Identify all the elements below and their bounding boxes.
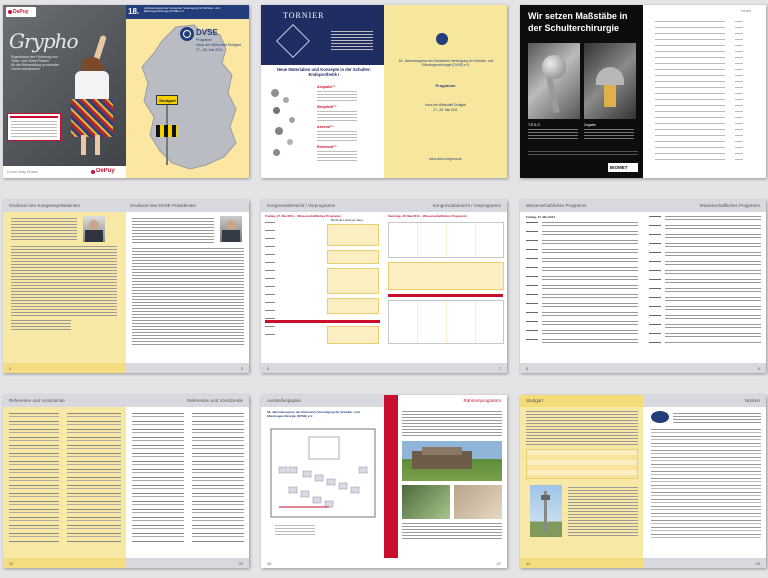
biomet-headline-1: Wir setzen Maßstäbe in <box>528 11 628 21</box>
chalk-title: Grypho <box>9 29 78 53</box>
tv-tower-photo <box>530 485 562 537</box>
spread-cover-depuy[interactable]: DePuy Grypho Ergebnisse der Fixierung vo… <box>3 5 249 178</box>
spread-kongressuebersicht[interactable]: Kongressübersicht / Vorprogramm Freitag,… <box>261 200 507 373</box>
sticker-note <box>7 113 61 141</box>
product-image-tess <box>528 43 580 119</box>
overview-right-page: Kongressübersicht / Vorprogramm Samstag,… <box>384 200 507 373</box>
brochure-preview-grid: DePuy Grypho Ergebnisse der Fixierung vo… <box>0 0 768 578</box>
grusswort-left-page: Grußwort des Kongresspräsidenten 4 <box>3 200 126 373</box>
speakers-right-page: Referenten und Vorsitzende 33 <box>126 395 249 568</box>
dvse-logo-small <box>436 33 448 45</box>
spread-referenten[interactable]: Referenten und Vorsitzende 32 Referenten… <box>3 395 249 568</box>
depuy-ad-page: DePuy Grypho Ergebnisse der Fixierung vo… <box>3 5 126 178</box>
spread-grusswort[interactable]: Grußwort des Kongresspräsidenten 4 Grußw… <box>3 200 249 373</box>
tornier-banner: Neue Materialien und Konzepte in der Sch… <box>277 67 371 77</box>
social-program-page: Rahmenprogramm 37 <box>384 395 507 568</box>
girl-illustration <box>69 34 121 155</box>
program-left-page: Wissenschaftliches Programm Freitag, 27.… <box>520 200 643 373</box>
spread-stuttgart[interactable]: Stuttgart 44 Notizen 45 <box>520 395 766 568</box>
spread-cover-biomet[interactable]: Wir setzen Maßstäbe in der Schulterchiru… <box>520 5 766 178</box>
stuttgart-sign: Stuttgart <box>156 95 178 105</box>
tornier-ad-page: TORNIER Neue Materialien und Konzepte in… <box>261 5 384 178</box>
portrait-photo-right <box>220 216 242 242</box>
product-list: Aequalis™ Simpliciti™ Ascend™ Reversed™ <box>267 83 381 165</box>
overview-times <box>265 222 325 342</box>
dvse-title: DVSE <box>196 28 218 37</box>
stuttgart-page: Stuttgart 44 <box>520 395 643 568</box>
product-image-zugabe <box>584 43 636 119</box>
speakers-left-page: Referenten und Vorsitzende 32 <box>3 395 126 568</box>
exhibition-floorplan <box>270 428 376 518</box>
dvse-logo <box>180 27 194 41</box>
depuy-footer: Know Way Ahead DePuy <box>3 166 126 178</box>
red-side-band <box>384 395 398 568</box>
toc-page: Inhalt <box>643 5 766 178</box>
dvse-url-link[interactable]: www.dvse-kongress.de <box>384 157 507 161</box>
toc-list <box>655 21 758 161</box>
grusswort-right-page: Grußwort des DVSE Präsidenten 5 <box>126 200 249 373</box>
tornier-header: TORNIER <box>261 5 384 65</box>
biomet-logo: BIOMET <box>608 163 638 172</box>
biomet-headline-2: der Schulterchirurgie <box>528 23 620 33</box>
depuy-logo: DePuy <box>6 7 36 17</box>
notes-page: Notizen 45 <box>643 395 766 568</box>
photo-interior <box>454 485 502 519</box>
barrier-sign <box>156 125 178 137</box>
product-diamond <box>276 24 310 58</box>
overview-left-page: Kongressübersicht / Vorprogramm Freitag,… <box>261 200 384 373</box>
program-right-page: Wissenschaftliches Programm 9 <box>643 200 766 373</box>
chalk-text: Ergebnisse der Fixierung von Titan- und … <box>11 55 59 71</box>
portrait-photo-left <box>83 216 105 242</box>
photo-garden <box>402 485 450 519</box>
cover-header-band: 18. Jahreskongress der Deutschen Vereini… <box>126 5 249 19</box>
tornier-program-page: 18. Jahreskongress der Deutschen Vereini… <box>384 5 507 178</box>
spread-ausstellungsplan[interactable]: Ausstellungsplan 18. Jahreskongress der … <box>261 395 507 568</box>
logo-mark <box>651 411 669 423</box>
spread-wissenschaftliches-programm[interactable]: Wissenschaftliches Programm Freitag, 27.… <box>520 200 766 373</box>
spread-cover-tornier[interactable]: TORNIER Neue Materialien und Konzepte in… <box>261 5 507 178</box>
floorplan-page: Ausstellungsplan 18. Jahreskongress der … <box>261 395 384 568</box>
dvse-cover-page: 18. Jahreskongress der Deutschen Vereini… <box>126 5 249 178</box>
photo-building <box>402 441 502 481</box>
biomet-ad-page: Wir setzen Maßstäbe in der Schulterchiru… <box>520 5 643 178</box>
